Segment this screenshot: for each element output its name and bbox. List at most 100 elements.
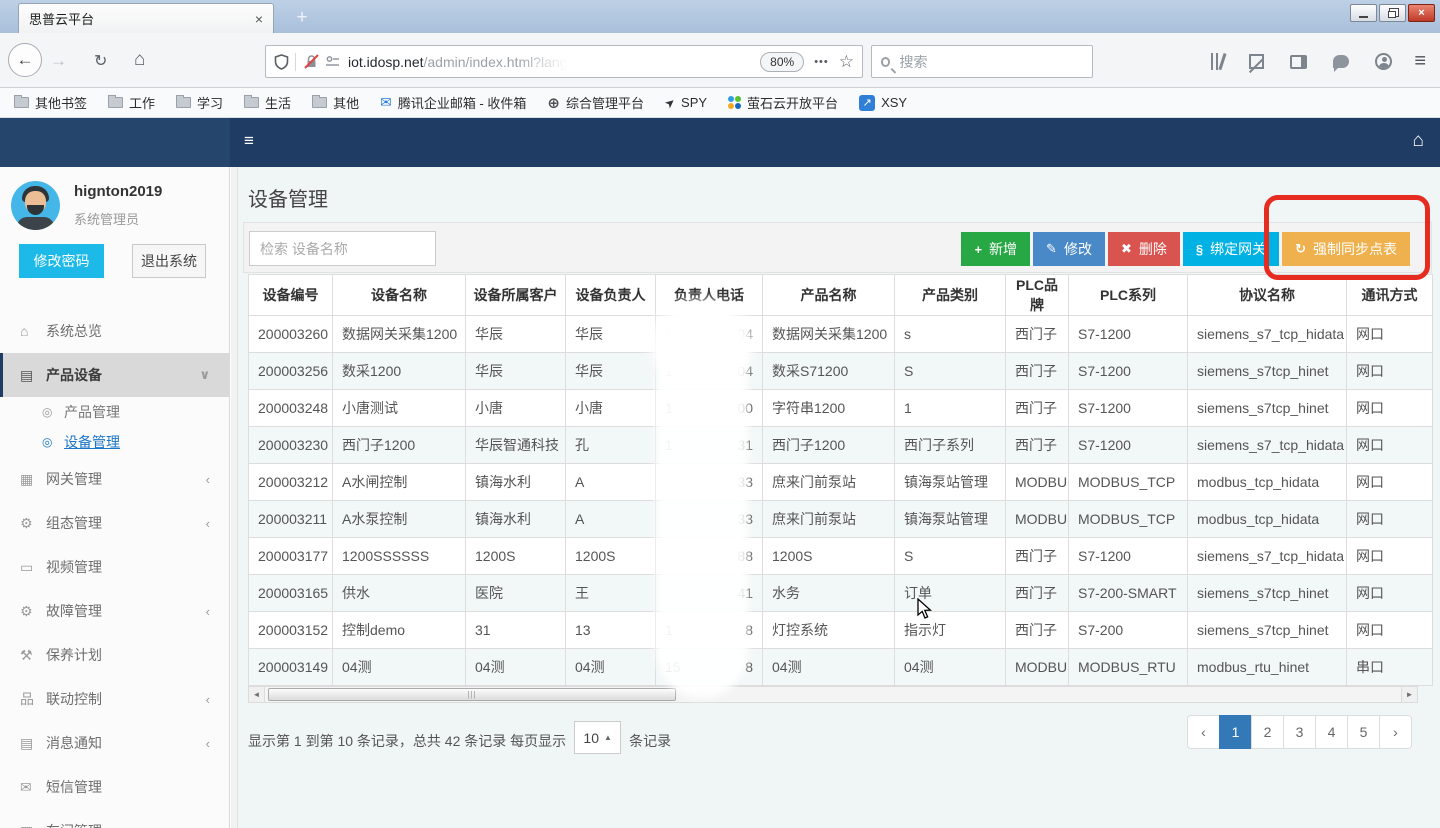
browser-menu-icon[interactable]: ≡: [1414, 50, 1426, 73]
shield-icon[interactable]: [274, 54, 289, 70]
table-cell: 网口: [1347, 353, 1433, 390]
table-cell: 镇海泵站管理: [895, 501, 1006, 538]
sidebar-toggle-icon[interactable]: [1290, 55, 1307, 69]
column-header[interactable]: 产品类别: [895, 275, 1006, 316]
library-icon[interactable]: [1211, 53, 1224, 70]
page-button-2[interactable]: 2: [1251, 715, 1284, 749]
table-cell: MODBUS: [1006, 501, 1069, 538]
browser-home-button[interactable]: ⌂: [134, 49, 145, 71]
page-button-4[interactable]: 4: [1315, 715, 1348, 749]
sidebar-item-sms-management[interactable]: ✉短信管理: [0, 765, 230, 809]
column-header[interactable]: 设备所属客户: [466, 275, 566, 316]
table-row[interactable]: 200003212A水闸控制镇海水利A33庶来门前泵站镇海泵站管理MODBUSM…: [249, 464, 1433, 501]
page-button-next[interactable]: ›: [1379, 715, 1412, 749]
bookmark-label: 综合管理平台: [566, 93, 644, 112]
sidebar-item-video-management[interactable]: ▭视频管理: [0, 545, 230, 589]
page-button-prev[interactable]: ‹: [1187, 715, 1220, 749]
edit-button[interactable]: ✎修改: [1033, 232, 1105, 266]
table-row[interactable]: 200003165供水医院王41水务订单西门子S7-200-SMARTsieme…: [249, 575, 1433, 612]
sidebar-item-system-overview[interactable]: ⌂系统总览: [0, 309, 230, 353]
page-button-5[interactable]: 5: [1347, 715, 1380, 749]
sidebar-item-label: 联动控制: [46, 689, 102, 709]
bookmark-tencent-mail[interactable]: ✉腾讯企业邮箱 - 收件箱: [380, 93, 526, 112]
column-header[interactable]: 设备负责人: [566, 275, 656, 316]
bookmark-spy[interactable]: ➤SPY: [665, 95, 707, 110]
bookmark-work[interactable]: 工作: [108, 93, 155, 112]
sidebar-item-product-management[interactable]: ◎产品管理: [0, 397, 230, 427]
app-home-icon[interactable]: ⌂: [1413, 130, 1424, 152]
sidebar-item-fault-management[interactable]: ⚙故障管理‹: [0, 589, 230, 633]
table-row[interactable]: 200003248小唐测试小唐小唐100字符串12001西门子S7-1200si…: [249, 390, 1433, 427]
forward-button[interactable]: →: [50, 51, 67, 71]
insecure-lock-icon[interactable]: [304, 54, 319, 69]
scrollbar-thumb[interactable]: |||: [268, 688, 676, 701]
bookmark-life[interactable]: 生活: [244, 93, 291, 112]
table-row[interactable]: 200003260数据网关采集1200华辰华辰104数据网关采集1200s西门子…: [249, 316, 1433, 353]
bookmark-other-bookmarks[interactable]: 其他书签: [14, 93, 87, 112]
browser-search-box[interactable]: [871, 45, 1093, 78]
bookmark-ys7-open-platform[interactable]: 萤石云开放平台: [728, 93, 838, 112]
scroll-left-arrow-icon[interactable]: ◄: [249, 687, 265, 702]
column-header[interactable]: PLC品牌: [1006, 275, 1069, 316]
table-row[interactable]: 200003256数采1200华辰华辰104数采S71200S西门子S7-120…: [249, 353, 1433, 390]
device-search-box[interactable]: [249, 231, 436, 266]
table-row[interactable]: 200003230西门子1200华辰智通科技孔131西门子1200西门子系列西门…: [249, 427, 1433, 464]
zoom-level-badge[interactable]: 80%: [760, 52, 804, 72]
page-actions-icon[interactable]: •••: [814, 56, 829, 68]
table-cell: 订单: [895, 575, 1006, 612]
table-cell: 网口: [1347, 316, 1433, 353]
new-tab-button[interactable]: +: [286, 7, 318, 31]
sidebar-item-workshop-management[interactable]: ▦车间管理: [0, 809, 230, 828]
sidebar-item-message-notification[interactable]: ▤消息通知‹: [0, 721, 230, 765]
column-header[interactable]: PLC系列: [1069, 275, 1188, 316]
add-button[interactable]: +新增: [961, 232, 1030, 266]
table-cell: 西门子: [1006, 390, 1069, 427]
account-icon[interactable]: [1375, 53, 1392, 70]
browser-search-input[interactable]: [899, 54, 1083, 70]
sidebar-item-device-management[interactable]: ◎设备管理: [0, 427, 230, 457]
table-cell: A水闸控制: [333, 464, 466, 501]
bookmark-study[interactable]: 学习: [176, 93, 223, 112]
table-row[interactable]: 2000031771200SSSSSS1200S1200S881200SS西门子…: [249, 538, 1433, 575]
column-header[interactable]: 通讯方式: [1347, 275, 1433, 316]
chat-icon[interactable]: [1333, 55, 1349, 68]
bookmark-xsy[interactable]: ↗XSY: [859, 95, 907, 111]
scroll-right-arrow-icon[interactable]: ►: [1401, 687, 1417, 702]
browser-tab[interactable]: 思普云平台 ×: [18, 3, 274, 33]
sidebar-item-config-management[interactable]: ⚙组态管理‹: [0, 501, 230, 545]
minimize-button[interactable]: [1350, 4, 1377, 22]
table-row[interactable]: 200003211A水泵控制镇海水利A33庶来门前泵站镇海泵站管理MODBUSM…: [249, 501, 1433, 538]
sidebar-item-product-device[interactable]: ▤产品设备∨: [0, 353, 230, 397]
change-password-button[interactable]: 修改密码: [19, 244, 104, 278]
logout-button[interactable]: 退出系统: [132, 244, 206, 278]
delete-button[interactable]: ✖删除: [1108, 232, 1180, 266]
bookmark-misc[interactable]: 其他: [312, 93, 359, 112]
sidebar-item-maintenance-plan[interactable]: ⚒保养计划: [0, 633, 230, 677]
horizontal-scrollbar[interactable]: ◄ ||| ►: [248, 686, 1418, 703]
device-search-input[interactable]: [260, 241, 425, 257]
column-header[interactable]: 设备编号: [249, 275, 333, 316]
column-header[interactable]: 设备名称: [333, 275, 466, 316]
page-button-1[interactable]: 1: [1219, 715, 1252, 749]
sidebar-scroll-strip[interactable]: [231, 167, 238, 828]
reload-button[interactable]: ↻: [94, 51, 107, 71]
bookmark-star-icon[interactable]: ☆: [839, 52, 854, 72]
sidebar-item-gateway-management[interactable]: ▦网关管理‹: [0, 457, 230, 501]
bookmark-admin-platform[interactable]: ⊕综合管理平台: [547, 93, 644, 112]
tab-close-icon[interactable]: ×: [255, 11, 263, 27]
sidebar-toggle-button[interactable]: ≡: [244, 131, 254, 151]
table-row[interactable]: 200003152控制demo311318灯控系统指示灯西门子S7-200sie…: [249, 612, 1433, 649]
url-bar[interactable]: iot.idosp.net /admin/index.html?lang 80%…: [265, 45, 863, 78]
avatar: [11, 181, 60, 230]
close-button[interactable]: ×: [1408, 4, 1435, 22]
sidebar-item-linkage-control[interactable]: 品联动控制‹: [0, 677, 230, 721]
column-header[interactable]: 产品名称: [763, 275, 895, 316]
table-row[interactable]: 20000314904测04测04测15804测04测MODBUSMODBUS_…: [249, 649, 1433, 686]
back-button[interactable]: ←: [8, 43, 42, 77]
screenshot-icon[interactable]: [1249, 54, 1264, 69]
restore-button[interactable]: [1379, 4, 1406, 22]
page-button-3[interactable]: 3: [1283, 715, 1316, 749]
column-header[interactable]: 协议名称: [1188, 275, 1347, 316]
page-size-select[interactable]: 10 ▲: [574, 721, 621, 754]
permissions-icon[interactable]: [325, 55, 340, 69]
